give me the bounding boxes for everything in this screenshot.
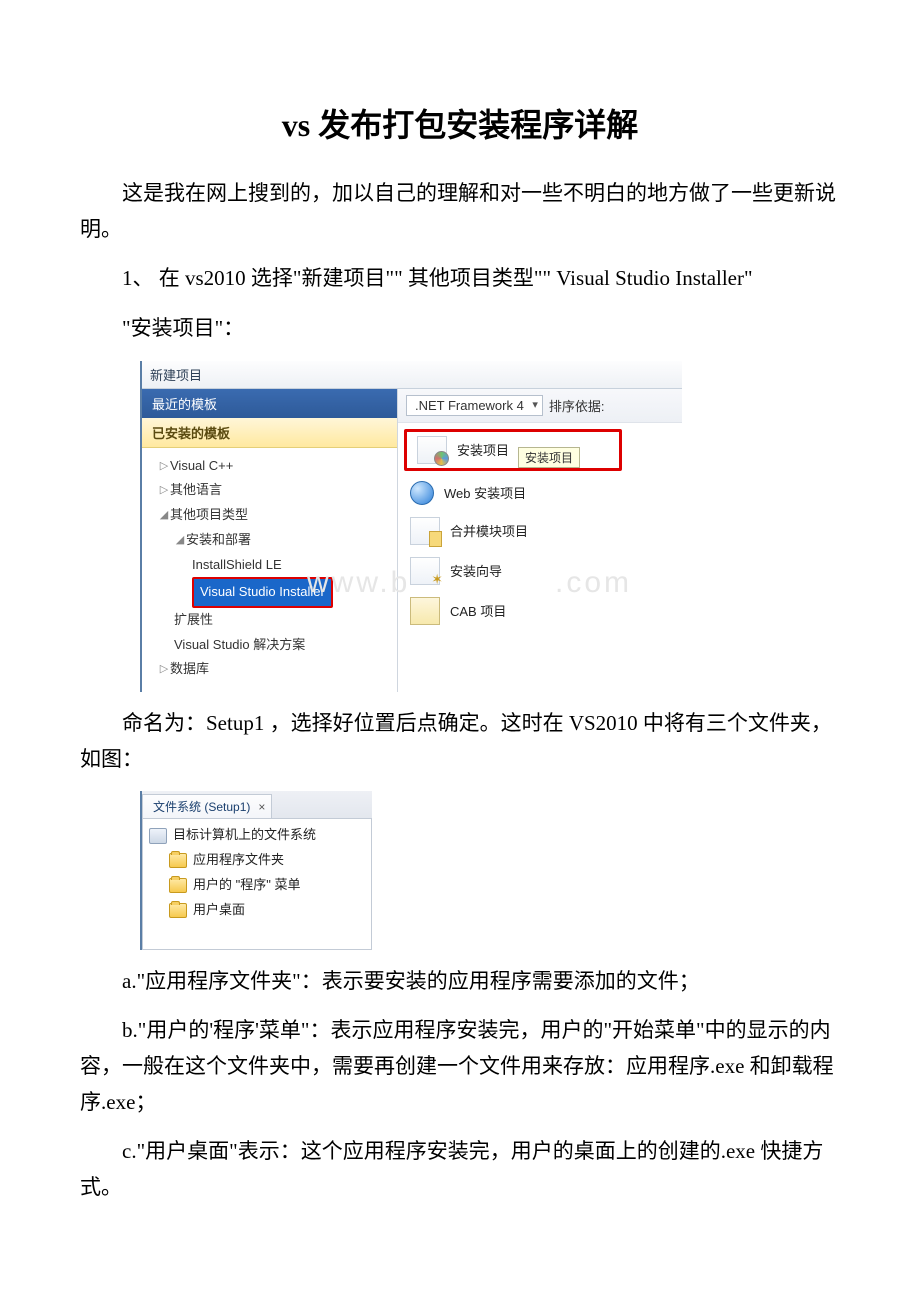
template-item-label: 合并模块项目 <box>450 521 528 540</box>
merge-module-icon <box>410 517 440 545</box>
sort-label: 排序依据: <box>549 396 605 415</box>
tree-label: 数据库 <box>170 657 209 682</box>
globe-icon <box>410 481 434 505</box>
template-item-setup-project[interactable]: 安装项目 <box>404 429 622 471</box>
tab-label: 文件系统 (Setup1) <box>153 798 250 815</box>
templates-right-pane: .NET Framework 4 排序依据: 安装项目 安装项目 Web 安装项… <box>398 389 682 692</box>
tree-label: Visual C++ <box>170 454 233 479</box>
tree-label: InstallShield LE <box>192 553 282 578</box>
folder-icon <box>169 878 187 893</box>
tree-label: Visual Studio 解决方案 <box>174 633 305 658</box>
tree-node-other-types[interactable]: ◢其他项目类型 <box>148 503 397 528</box>
wizard-icon <box>410 557 440 585</box>
template-item-web-setup[interactable]: Web 安装项目 <box>398 475 682 511</box>
screenshot-file-system: 文件系统 (Setup1) × 目标计算机上的文件系统 应用程序文件夹 用户的 … <box>140 791 372 949</box>
step1-text: 1、 在 vs2010 选择"新建项目"" 其他项目类型"" Visual St… <box>122 266 753 290</box>
tree-label: 扩展性 <box>174 608 213 633</box>
fs-folder-app[interactable]: 应用程序文件夹 <box>147 848 367 873</box>
dialog-title: 新建项目 <box>142 361 682 389</box>
tree-label: 其他项目类型 <box>170 503 248 528</box>
recent-templates-header[interactable]: 最近的模板 <box>142 389 397 418</box>
templates-left-pane: 最近的模板 已安装的模板 ▷Visual C++ ▷其他语言 ◢其他项目类型 ◢… <box>142 389 398 692</box>
template-item-setup-wizard[interactable]: 安装向导 <box>398 551 682 591</box>
template-item-label: 安装项目 <box>457 440 509 459</box>
paragraph-a: a."应用程序文件夹"：表示要安装的应用程序需要添加的文件； <box>80 964 840 1000</box>
folder-icon <box>169 903 187 918</box>
tooltip: 安装项目 <box>518 447 580 468</box>
framework-combo[interactable]: .NET Framework 4 <box>406 395 543 416</box>
folder-icon <box>169 853 187 868</box>
paragraph-intro: 这是我在网上搜到的，加以自己的理解和对一些不明白的地方做了一些更新说明。 <box>80 176 840 247</box>
screenshot-new-project-dialog: 新建项目 最近的模板 已安装的模板 ▷Visual C++ ▷其他语言 ◢其他项… <box>140 361 682 692</box>
tree-node-database[interactable]: ▷数据库 <box>148 657 397 682</box>
tree-node-vs-solution[interactable]: Visual Studio 解决方案 <box>148 633 397 658</box>
fs-root-label: 目标计算机上的文件系统 <box>173 825 316 846</box>
fs-folder-label: 用户的 "程序" 菜单 <box>193 875 300 896</box>
tree-node-vs-installer[interactable]: Visual Studio Installer <box>148 577 397 608</box>
computer-icon <box>149 828 167 844</box>
paragraph-c: c."用户桌面"表示：这个应用程序安装完，用户的桌面上的创建的.exe 快捷方式… <box>80 1134 840 1205</box>
tree-label: 安装和部署 <box>186 528 251 553</box>
paragraph-naming: 命名为：Setup1 ，选择好位置后点确定。这时在 VS2010 中将有三个文件… <box>80 706 840 777</box>
template-item-cab[interactable]: CAB 项目 <box>398 591 682 631</box>
tree-node-other-lang[interactable]: ▷其他语言 <box>148 478 397 503</box>
cab-icon <box>410 597 440 625</box>
tree-node-installshield[interactable]: InstallShield LE <box>148 553 397 578</box>
fs-root[interactable]: 目标计算机上的文件系统 <box>147 823 367 848</box>
tree-node-extensibility[interactable]: 扩展性 <box>148 608 397 633</box>
tree-node-visual-cpp[interactable]: ▷Visual C++ <box>148 454 397 479</box>
tree-label-selected: Visual Studio Installer <box>192 577 333 608</box>
paragraph-b: b."用户的'程序'菜单"：表示应用程序安装完，用户的"开始菜单"中的显示的内容… <box>80 1013 840 1120</box>
fs-folder-label: 应用程序文件夹 <box>193 850 284 871</box>
template-item-label: Web 安装项目 <box>444 483 526 502</box>
close-icon[interactable]: × <box>258 800 265 814</box>
paragraph-setup-project: "安装项目"： <box>80 311 840 347</box>
tree-node-setup-deploy[interactable]: ◢安装和部署 <box>148 528 397 553</box>
template-item-merge-module[interactable]: 合并模块项目 <box>398 511 682 551</box>
fs-folder-desktop[interactable]: 用户桌面 <box>147 898 367 923</box>
templates-tree: ▷Visual C++ ▷其他语言 ◢其他项目类型 ◢安装和部署 Install… <box>142 448 397 692</box>
page-title: vs 发布打包安装程序详解 <box>80 100 840 146</box>
setup-project-icon <box>417 436 447 464</box>
installed-templates-header[interactable]: 已安装的模板 <box>142 418 397 448</box>
paragraph-step1: 1、 在 vs2010 选择"新建项目"" 其他项目类型"" Visual St… <box>80 261 840 297</box>
template-item-label: 安装向导 <box>450 561 502 580</box>
template-item-label: CAB 项目 <box>450 601 506 620</box>
fs-folder-programs-menu[interactable]: 用户的 "程序" 菜单 <box>147 873 367 898</box>
fs-folder-label: 用户桌面 <box>193 900 245 921</box>
tree-label: 其他语言 <box>170 478 222 503</box>
tab-file-system[interactable]: 文件系统 (Setup1) × <box>142 794 272 818</box>
